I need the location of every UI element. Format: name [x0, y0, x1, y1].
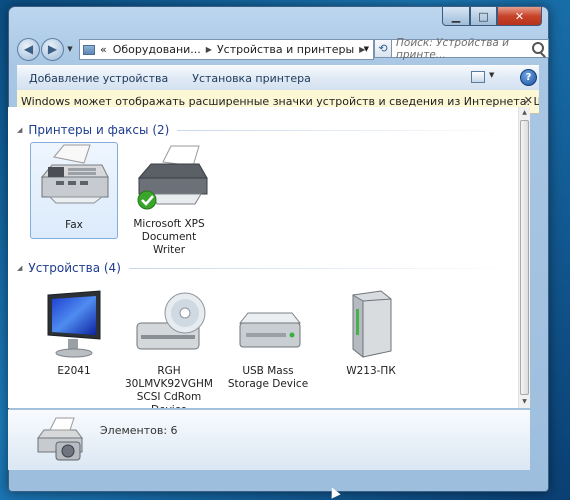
address-dropdown-icon[interactable]: ▼: [364, 40, 369, 59]
device-item-cdrom[interactable]: RGH 30LMVK92VGHM SCSI CdRom Device: [125, 289, 213, 408]
breadcrumb-hardware[interactable]: Оборудовани...: [110, 43, 204, 56]
address-bar[interactable]: « Оборудовани... ▶ Устройства и принтеры…: [79, 39, 374, 60]
device-label: Microsoft XPS Document Writer: [133, 218, 205, 256]
device-label: W213-ПК: [346, 365, 396, 377]
device-label: Fax: [65, 219, 83, 231]
search-input[interactable]: Поиск: Устройства и принте...: [391, 36, 549, 61]
forward-button[interactable]: ▶: [41, 37, 64, 61]
control-panel-icon: [83, 44, 95, 55]
search-icon[interactable]: [532, 42, 544, 54]
navigation-bar: ◀ ▶ ▼ « Оборудовани... ▶ Устройства и пр…: [17, 37, 549, 61]
arrow-right-icon: ▶: [47, 42, 58, 56]
vertical-scrollbar[interactable]: ▲ ▼: [518, 107, 530, 408]
close-button[interactable]: ✕: [497, 7, 542, 26]
group-divider: [177, 129, 517, 131]
caption-buttons: ▁ □ ✕: [442, 7, 542, 26]
info-bar-close-icon[interactable]: ✕: [524, 94, 533, 107]
search-placeholder: Поиск: Устройства и принте...: [396, 36, 510, 61]
details-pane: Элементов: 6: [8, 409, 530, 470]
device-item-monitor[interactable]: E2041: [30, 289, 118, 378]
back-button[interactable]: ◀: [17, 37, 40, 61]
device-label: E2041: [57, 365, 91, 377]
change-view-button[interactable]: [471, 71, 485, 83]
hard-drive-icon: [228, 289, 308, 361]
refresh-icon: ⟲: [378, 42, 388, 55]
group-header-devices[interactable]: ◢ Устройства (4): [17, 261, 517, 275]
cdrom-drive-icon: [129, 289, 209, 361]
device-item-xps-writer[interactable]: Microsoft XPS Document Writer: [125, 142, 213, 257]
device-item-fax[interactable]: Fax: [30, 142, 118, 239]
group-header-printers[interactable]: ◢ Принтеры и факсы (2): [17, 123, 517, 137]
monitor-icon: [34, 289, 114, 361]
recent-pages-dropdown[interactable]: ▼: [65, 39, 75, 60]
scroll-thumb[interactable]: [520, 120, 529, 395]
scroll-down-icon[interactable]: ▼: [519, 396, 530, 408]
item-count: Элементов: 6: [100, 424, 178, 437]
device-item-usb-storage[interactable]: USB Mass Storage Device: [224, 289, 312, 391]
breadcrumb-devices-printers[interactable]: Устройства и принтеры: [214, 43, 357, 56]
maximize-button[interactable]: □: [470, 7, 497, 26]
collapse-arrow-icon[interactable]: ◢: [17, 264, 22, 272]
help-button[interactable]: ?: [520, 69, 537, 86]
breadcrumb-separator-icon[interactable]: ▶: [204, 45, 214, 54]
device-label: USB Mass Storage Device: [227, 365, 309, 390]
group-title: Принтеры и факсы (2): [28, 123, 170, 137]
minimize-button[interactable]: ▁: [442, 7, 470, 26]
device-label: RGH 30LMVK92VGHM SCSI CdRom Device: [125, 365, 213, 408]
add-printer-button[interactable]: Установка принтера: [180, 72, 323, 85]
view-options-dropdown[interactable]: ▼: [489, 71, 494, 79]
devices-view: ◢ Принтеры и факсы (2) Fax Microsoft XPS…: [8, 107, 518, 408]
device-item-computer[interactable]: W213-ПК: [327, 289, 415, 378]
group-title: Устройства (4): [28, 261, 121, 275]
computer-tower-icon: [331, 289, 411, 361]
group-divider: [128, 267, 517, 269]
refresh-button[interactable]: ⟲: [374, 39, 392, 58]
scroll-up-icon[interactable]: ▲: [519, 107, 530, 119]
breadcrumb-overflow[interactable]: «: [97, 43, 110, 56]
command-bar: Добавление устройства Установка принтера…: [17, 65, 539, 91]
fax-icon: [34, 143, 114, 215]
add-device-button[interactable]: Добавление устройства: [17, 72, 180, 85]
arrow-left-icon: ◀: [23, 42, 34, 56]
printer-default-icon: [129, 142, 209, 214]
collapse-arrow-icon[interactable]: ◢: [17, 126, 22, 134]
devices-printers-icon: [30, 414, 90, 466]
